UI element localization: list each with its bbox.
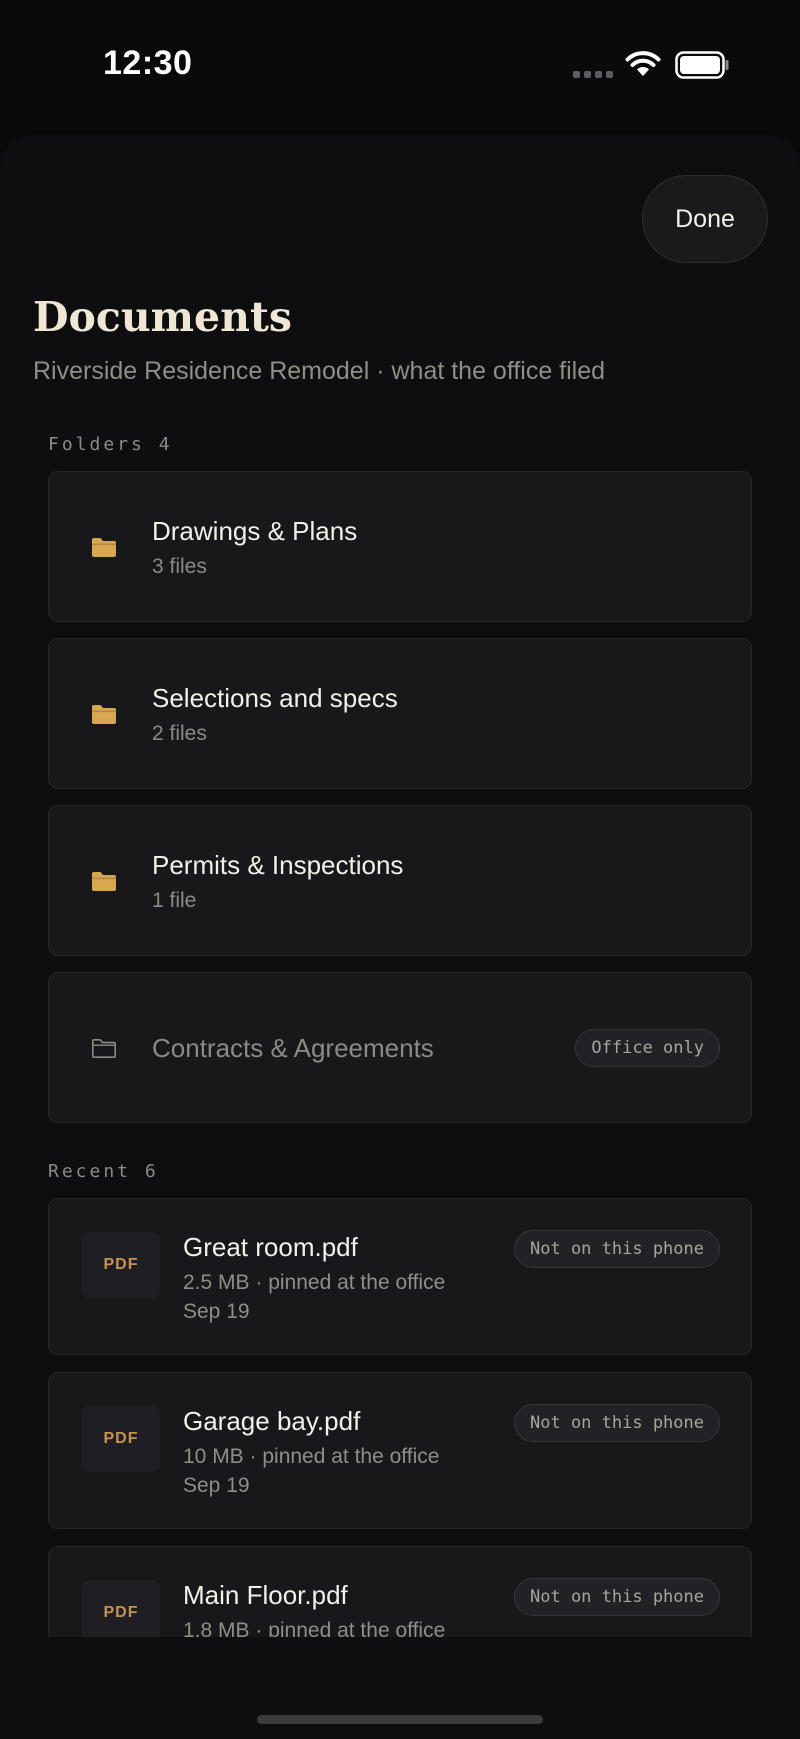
- pdf-file-icon: PDF: [82, 1580, 160, 1637]
- file-card-garage-bay[interactable]: PDF Garage bay.pdf 10 MB · pinned at the…: [48, 1372, 752, 1529]
- office-only-badge: Office only: [575, 1029, 720, 1067]
- home-indicator[interactable]: [257, 1715, 543, 1724]
- folder-icon: [92, 538, 116, 557]
- folder-icon: [92, 872, 116, 891]
- file-name: Great room.pdf: [183, 1232, 358, 1262]
- file-meta: 2.5 MB · pinned at the office: [183, 1271, 446, 1294]
- folder-name: Drawings & Plans: [152, 516, 358, 546]
- pdf-file-icon: PDF: [82, 1406, 160, 1472]
- scroll-clip: PDF Main Floor.pdf 1.8 MB · pinned at th…: [0, 1535, 800, 1637]
- file-meta: 1.8 MB · pinned at the office: [183, 1619, 446, 1637]
- wifi-icon: [625, 51, 661, 76]
- folder-icon: [92, 705, 116, 724]
- file-name: Main Floor.pdf: [183, 1580, 348, 1610]
- file-name: Garage bay.pdf: [183, 1406, 361, 1436]
- file-card-main-floor[interactable]: PDF Main Floor.pdf 1.8 MB · pinned at th…: [48, 1546, 752, 1637]
- file-date: Sep 19: [183, 1300, 250, 1323]
- not-on-phone-badge: Not on this phone: [514, 1578, 720, 1616]
- pdf-file-icon: PDF: [82, 1232, 160, 1298]
- folder-card-selections[interactable]: Selections and specs 2 files: [48, 638, 752, 789]
- status-bar: 12:30: [0, 0, 800, 130]
- folder-card-contracts[interactable]: Contracts & Agreements Office only: [48, 972, 752, 1123]
- status-time: 12:30: [103, 44, 193, 82]
- folders-section-label: Folders 4: [48, 434, 173, 455]
- page-title: Documents: [33, 293, 292, 341]
- page-subtitle: Riverside Residence Remodel · what the o…: [33, 357, 606, 385]
- folder-file-count: 3 files: [152, 555, 207, 578]
- folder-name: Contracts & Agreements: [152, 1033, 434, 1063]
- file-meta: 10 MB · pinned at the office: [183, 1445, 440, 1468]
- recent-section-label: Recent 6: [48, 1161, 159, 1182]
- folder-outline-icon: [92, 1039, 116, 1058]
- folder-card-permits[interactable]: Permits & Inspections 1 file: [48, 805, 752, 956]
- done-button[interactable]: Done: [642, 175, 768, 263]
- folder-file-count: 1 file: [152, 889, 197, 912]
- folder-name: Selections and specs: [152, 683, 398, 713]
- battery-icon: [675, 51, 729, 79]
- folder-card-drawings[interactable]: Drawings & Plans 3 files: [48, 471, 752, 622]
- file-date: Sep 19: [183, 1474, 250, 1497]
- not-on-phone-badge: Not on this phone: [514, 1404, 720, 1442]
- folder-file-count: 2 files: [152, 722, 207, 745]
- documents-sheet: Done Documents Riverside Residence Remod…: [0, 135, 800, 1739]
- file-card-great-room[interactable]: PDF Great room.pdf 2.5 MB · pinned at th…: [48, 1198, 752, 1355]
- not-on-phone-badge: Not on this phone: [514, 1230, 720, 1268]
- folder-name: Permits & Inspections: [152, 850, 404, 880]
- signal-icon: [573, 71, 613, 79]
